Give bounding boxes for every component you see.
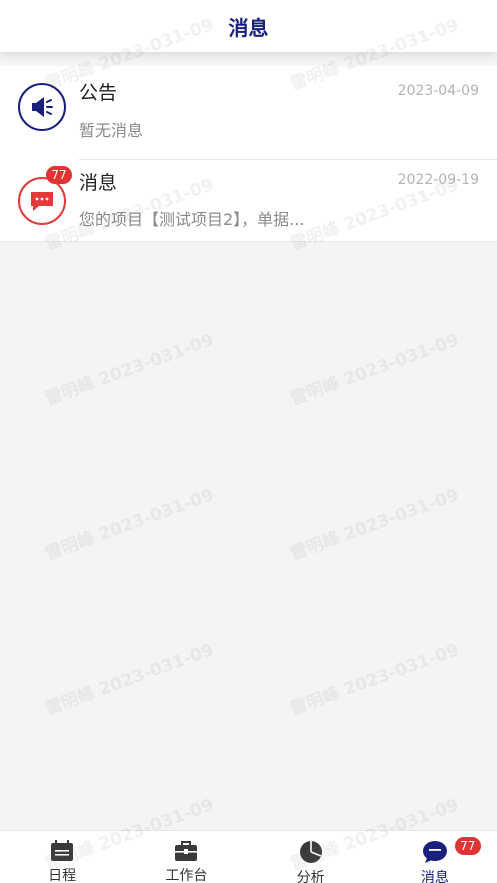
pie-chart-icon — [298, 840, 324, 864]
messages-preview: 您的项目【测试项目2】，单据... — [79, 210, 305, 229]
messages-date: 2022-09-19 — [397, 172, 479, 188]
watermark: 雷明峰 2023-031-09 — [287, 640, 462, 720]
tab-messages-badge: 77 — [454, 837, 481, 855]
tab-messages[interactable]: 77 消息 — [373, 831, 497, 883]
tab-schedule-label: 日程 — [48, 868, 77, 883]
tab-messages-label: 消息 — [420, 870, 449, 883]
messages-unread-badge: 77 — [46, 166, 72, 184]
message-icon — [422, 840, 448, 864]
announcement-date: 2023-04-09 — [397, 83, 479, 99]
tab-workbench[interactable]: 工作台 — [124, 831, 248, 883]
calendar-icon — [49, 840, 75, 862]
tab-workbench-label: 工作台 — [165, 868, 208, 883]
announcement-avatar — [18, 83, 66, 131]
announcement-preview: 暂无消息 — [79, 121, 144, 140]
watermark: 雷明峰 2023-031-09 — [287, 330, 462, 410]
chat-bubble-icon — [31, 192, 53, 211]
messages-title: 消息 — [79, 172, 118, 194]
page-title: 消息 — [228, 15, 269, 40]
tab-analysis-label: 分析 — [296, 870, 325, 883]
briefcase-icon — [173, 840, 199, 862]
message-list: 公告 2023-04-09 暂无消息 77 消息 2022-09-19 您的项目… — [0, 66, 497, 242]
messages-avatar — [18, 177, 66, 225]
watermark: 雷明峰 2023-031-09 — [42, 640, 217, 720]
list-item-announcement[interactable]: 公告 2023-04-09 暂无消息 — [0, 66, 497, 154]
watermark: 雷明峰 2023-031-09 — [287, 485, 462, 565]
list-item-messages[interactable]: 77 消息 2022-09-19 您的项目【测试项目2】，单据... — [0, 160, 497, 248]
bottom-tab-bar: 日程 工作台 分析 77 消息 — [0, 830, 497, 883]
megaphone-icon — [32, 97, 53, 117]
watermark: 雷明峰 2023-031-09 — [42, 330, 217, 410]
tab-schedule[interactable]: 日程 — [0, 831, 124, 883]
tab-analysis[interactable]: 分析 — [249, 831, 373, 883]
watermark: 雷明峰 2023-031-09 — [42, 485, 217, 565]
top-bar: 消息 — [0, 0, 497, 52]
announcement-title: 公告 — [79, 82, 118, 104]
